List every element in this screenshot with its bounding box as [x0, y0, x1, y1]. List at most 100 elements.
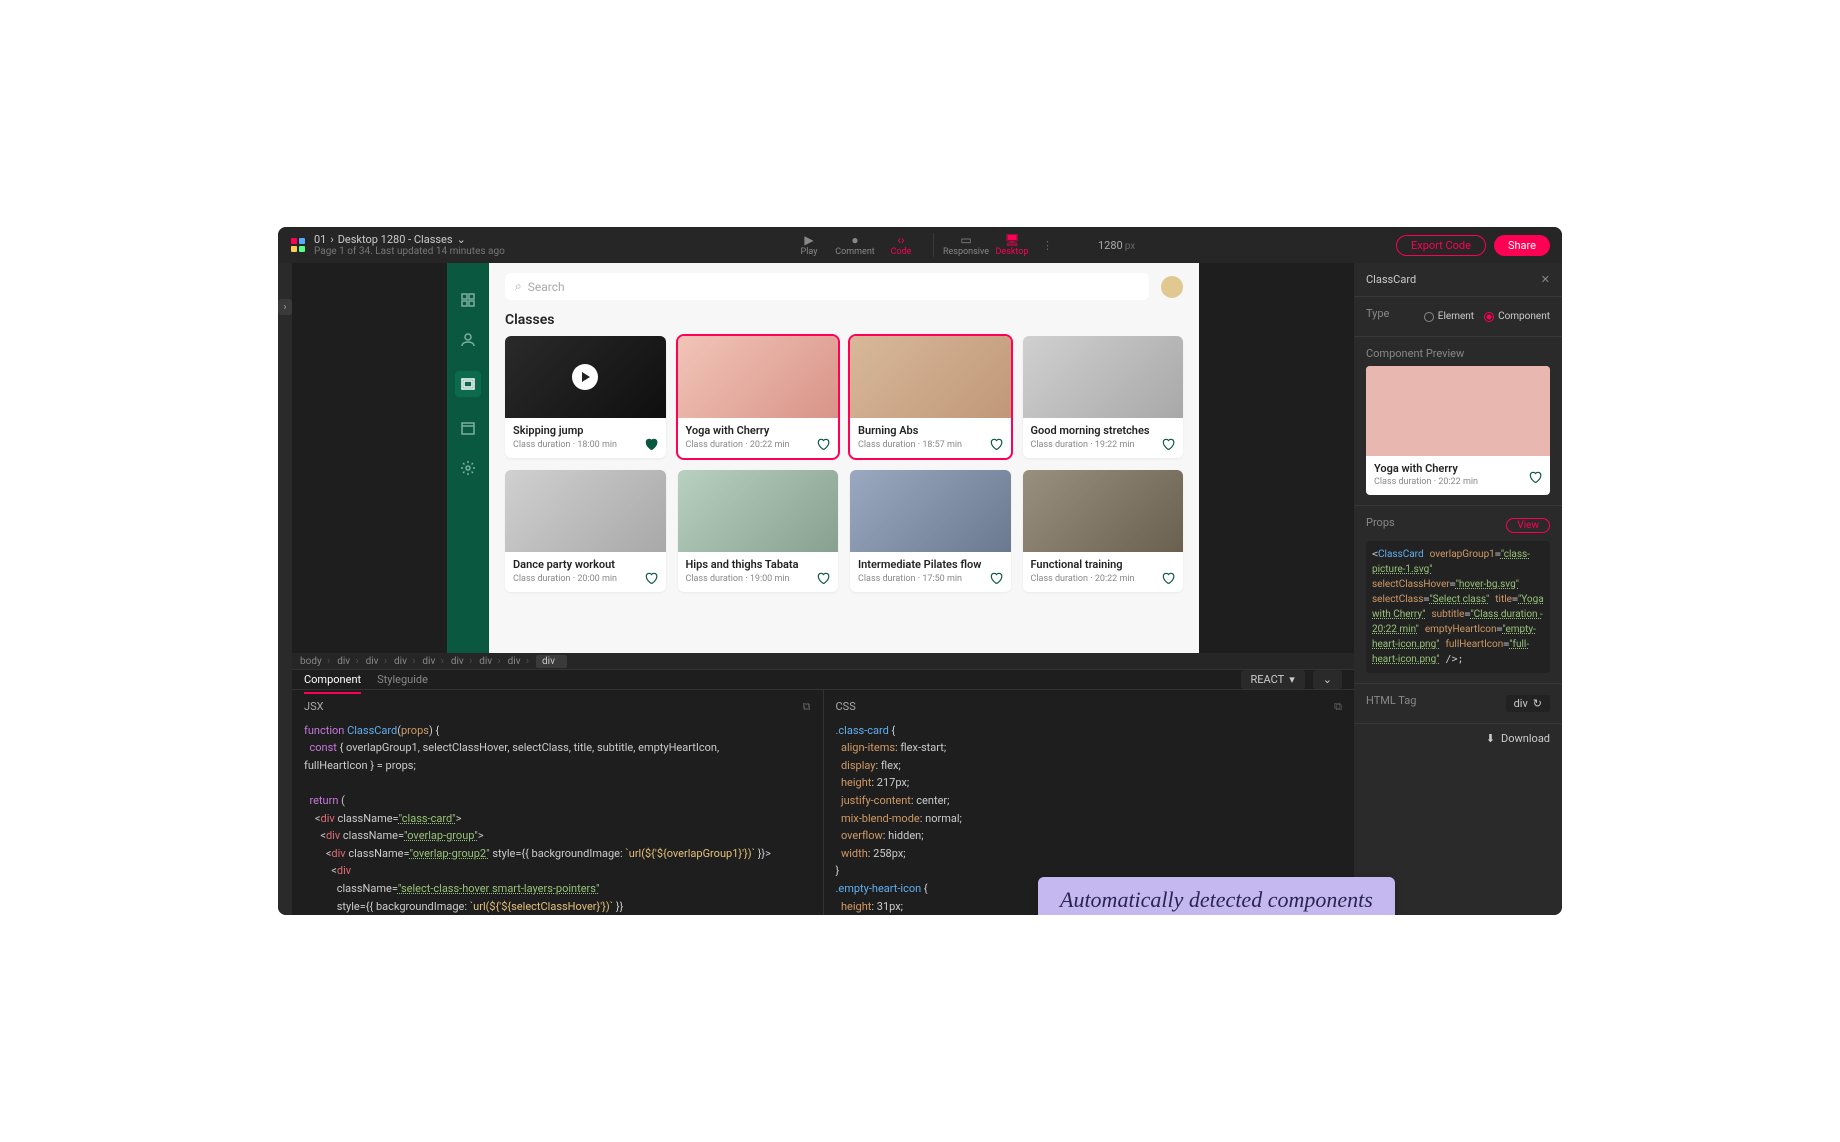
- class-card[interactable]: Functional trainingClass duration · 20:2…: [1023, 470, 1184, 592]
- section-title: Classes: [505, 312, 1183, 328]
- type-component-radio[interactable]: Component: [1484, 311, 1550, 322]
- user-avatar[interactable]: [1161, 276, 1183, 298]
- code-options-button[interactable]: ⌄: [1313, 670, 1342, 689]
- favorite-button[interactable]: [1161, 436, 1175, 450]
- comment-button[interactable]: ●Comment: [833, 233, 877, 257]
- page-status: Page 1 of 34. Last updated 14 minutes ag…: [314, 246, 505, 257]
- path-segment[interactable]: div: [508, 656, 532, 667]
- css-label: CSS: [836, 698, 856, 716]
- class-card[interactable]: Dance party workoutClass duration · 20:0…: [505, 470, 666, 592]
- breadcrumb: 01 › Desktop 1280 - Classes ⌄ Page 1 of …: [314, 233, 505, 257]
- jsx-code[interactable]: function ClassCard(props) { const { over…: [304, 722, 811, 915]
- view-props-button[interactable]: View: [1506, 518, 1550, 533]
- copy-jsx-button[interactable]: ⧉: [803, 698, 811, 716]
- class-subtitle: Class duration · 19:22 min: [1031, 440, 1176, 450]
- download-button[interactable]: ⬇ Download: [1354, 724, 1562, 753]
- tab-styleguide[interactable]: Styleguide: [377, 673, 428, 686]
- favorite-button[interactable]: [1161, 570, 1175, 584]
- class-image: [850, 336, 1011, 418]
- breadcrumb-page[interactable]: Desktop 1280 - Classes: [338, 233, 453, 246]
- class-title: Functional training: [1031, 558, 1176, 571]
- play-icon[interactable]: [572, 364, 598, 390]
- class-card[interactable]: Hips and thighs Tabata Class duration · 1…: [678, 470, 839, 592]
- class-title: Skipping jump: [513, 424, 658, 437]
- favorite-button[interactable]: [816, 436, 830, 450]
- search-placeholder: Search: [528, 280, 565, 294]
- props-code[interactable]: <ClassCard overlapGroup1="class-picture-…: [1366, 541, 1550, 673]
- search-input[interactable]: ⌕ Search: [505, 273, 1149, 300]
- preview-title: Yoga with Cherry: [1374, 462, 1542, 475]
- nav-profile-icon[interactable]: [459, 331, 477, 349]
- path-segment[interactable]: div: [394, 656, 418, 667]
- class-subtitle: Class duration · 18:57 min: [858, 440, 1003, 450]
- path-segment[interactable]: div: [451, 656, 475, 667]
- design-canvas[interactable]: ⌕ Search Classes Skipping jump Class dura…: [292, 263, 1354, 653]
- desktop-icon: 🖥: [1004, 233, 1019, 247]
- preview-subtitle: Class duration · 20:22 min: [1374, 477, 1542, 487]
- class-card[interactable]: Intermediate Pilates flowClass duration …: [850, 470, 1011, 592]
- app-window: 01 › Desktop 1280 - Classes ⌄ Page 1 of …: [278, 227, 1562, 915]
- preview-image: [1366, 366, 1550, 456]
- canvas-dimension[interactable]: 1280px: [1098, 239, 1135, 252]
- type-label: Type: [1366, 307, 1389, 320]
- class-card[interactable]: Good morning stretchesClass duration · 1…: [1023, 336, 1184, 458]
- responsive-button[interactable]: ▭Responsive: [944, 233, 988, 257]
- copy-css-button[interactable]: ⧉: [1334, 698, 1342, 716]
- class-subtitle: Class duration · 20:22 min: [686, 440, 831, 450]
- search-icon: ⌕: [515, 279, 522, 294]
- nav-classes-icon[interactable]: [455, 371, 481, 397]
- preview-label: Component Preview: [1366, 347, 1550, 360]
- path-segment[interactable]: div: [366, 656, 390, 667]
- export-code-button[interactable]: Export Code: [1396, 235, 1486, 256]
- class-subtitle: Class duration · 19:00 min: [686, 574, 831, 584]
- breadcrumb-prefix: 01: [314, 233, 326, 246]
- nav-settings-icon[interactable]: [459, 459, 477, 477]
- favorite-button[interactable]: [989, 570, 1003, 584]
- framework-select[interactable]: REACT▾: [1241, 670, 1305, 689]
- divider: [933, 233, 934, 257]
- favorite-button[interactable]: [644, 570, 658, 584]
- nav-calendar-icon[interactable]: [459, 419, 477, 437]
- path-segment[interactable]: div: [536, 655, 567, 668]
- design-frame: ⌕ Search Classes Skipping jump Class dura…: [447, 263, 1199, 653]
- path-segment[interactable]: body: [300, 656, 333, 667]
- app-logo-icon: [290, 237, 306, 253]
- expand-panel-button[interactable]: ›: [278, 299, 292, 315]
- class-card[interactable]: divClassCardBurning AbsClass duration · …: [850, 336, 1011, 458]
- class-title: Hips and thighs Tabata: [686, 558, 831, 571]
- app-sidebar: [447, 263, 489, 653]
- class-image: [678, 336, 839, 418]
- dom-path-bar[interactable]: bodydivdivdivdivdivdivdivdiv: [292, 653, 1354, 669]
- close-inspector-button[interactable]: ✕: [1541, 273, 1550, 286]
- jsx-column: JSX⧉ function ClassCard(props) { const {…: [292, 690, 823, 915]
- path-segment[interactable]: div: [422, 656, 446, 667]
- refresh-icon: ↻: [1533, 697, 1542, 710]
- desktop-button[interactable]: 🖥Desktop: [990, 233, 1034, 257]
- play-icon: ▶: [804, 233, 813, 247]
- class-card[interactable]: Skipping jump Class duration · 18:00 min: [505, 336, 666, 458]
- class-image: [850, 470, 1011, 552]
- annotation-callout: Automatically detected components: [1038, 877, 1395, 915]
- code-button[interactable]: ‹›Code: [879, 233, 923, 257]
- favorite-button[interactable]: [644, 436, 658, 450]
- path-segment[interactable]: div: [337, 656, 361, 667]
- favorite-button[interactable]: [816, 570, 830, 584]
- more-icon[interactable]: ⋮: [1042, 239, 1053, 252]
- chevron-down-icon[interactable]: ⌄: [457, 233, 466, 246]
- left-edge: ›: [278, 263, 292, 915]
- share-button[interactable]: Share: [1494, 235, 1550, 256]
- favorite-button[interactable]: [989, 436, 1003, 450]
- class-card[interactable]: divClassCardYoga with CherryClass durati…: [678, 336, 839, 458]
- class-subtitle: Class duration · 18:00 min: [513, 440, 658, 450]
- inspector-title: ClassCard: [1366, 273, 1416, 286]
- nav-dashboard-icon[interactable]: [459, 291, 477, 309]
- class-image: [505, 470, 666, 552]
- chevron-down-icon: ▾: [1289, 673, 1295, 686]
- class-subtitle: Class duration · 17:50 min: [858, 574, 1003, 584]
- type-element-radio[interactable]: Element: [1424, 311, 1474, 322]
- play-button[interactable]: ▶Play: [787, 233, 831, 257]
- htmltag-select[interactable]: div↻: [1506, 695, 1550, 712]
- path-segment[interactable]: div: [479, 656, 503, 667]
- class-image: [678, 470, 839, 552]
- class-grid: Skipping jump Class duration · 18:00 min d…: [505, 336, 1183, 592]
